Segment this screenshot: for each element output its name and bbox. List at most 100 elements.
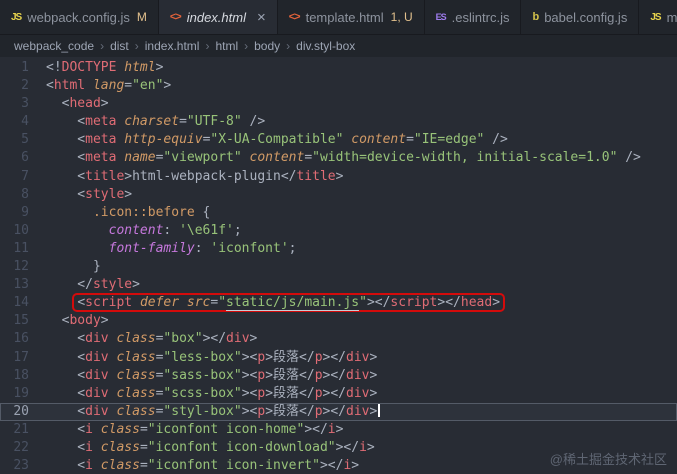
code-token: <	[46, 439, 86, 455]
line-number[interactable]: 9	[0, 204, 46, 222]
line-number[interactable]: 7	[0, 168, 46, 186]
code-token: div	[85, 367, 109, 383]
breadcrumb-item-div.styl-box[interactable]: div.styl-box	[296, 39, 355, 53]
script-src-link[interactable]: static/js/main.js	[226, 295, 360, 312]
line-number[interactable]: 19	[0, 385, 46, 403]
code-token: class	[116, 403, 156, 419]
code-token: "iconfont icon-home"	[147, 421, 305, 437]
code-line-12[interactable]: 12 }	[0, 258, 677, 276]
code-token: p	[257, 403, 266, 419]
line-number[interactable]: 2	[0, 77, 46, 95]
line-number[interactable]: 11	[0, 240, 46, 258]
line-number[interactable]: 23	[0, 457, 46, 474]
tab-index.html[interactable]: <> index.html ×	[158, 0, 278, 34]
code-line-13[interactable]: 13 </style>	[0, 276, 677, 294]
line-number[interactable]: 13	[0, 276, 46, 294]
html-file-icon: <>	[288, 11, 301, 23]
code-token: ></	[437, 295, 461, 311]
js-file-icon: JS	[11, 11, 22, 23]
code-line-17[interactable]: 17 <div class="less-box"><p>段落</p></div>	[0, 349, 677, 367]
line-number[interactable]: 5	[0, 131, 46, 149]
code-token: :	[194, 240, 211, 256]
code-line-20[interactable]: 20 <div class="styl-box"><p>段落</p></div>	[0, 402, 677, 421]
code-token: >	[124, 186, 133, 202]
code-token: meta	[85, 132, 117, 148]
code-token: class	[100, 458, 140, 474]
tab-.eslintrc.js[interactable]: ES .eslintrc.js	[424, 0, 522, 34]
vscode-window: JS webpack.config.js M <> index.html × <> templ…	[0, 0, 677, 474]
code-token: ></	[322, 349, 346, 365]
code-line-11[interactable]: 11 font-family: 'iconfont';	[0, 240, 677, 258]
line-number[interactable]: 12	[0, 258, 46, 276]
code-token: DOCTYPE	[61, 60, 117, 75]
line-number[interactable]: 21	[0, 421, 46, 439]
line-number[interactable]: 15	[0, 312, 46, 330]
code-line-21[interactable]: 21 <i class="iconfont icon-home"></i>	[0, 421, 677, 439]
line-number[interactable]: 3	[0, 95, 46, 113]
code-token: class	[100, 421, 140, 437]
code-token: content	[46, 222, 164, 238]
git-status-badge: 1, U	[390, 10, 413, 24]
code-token: <	[46, 96, 70, 112]
code-line-16[interactable]: 16 <div class="box"></div>	[0, 330, 677, 348]
annotation-red-box: <script defer src="static/js/main.js"></…	[74, 295, 503, 312]
tab-babel.config.js[interactable]: b babel.config.js	[521, 0, 640, 34]
line-number[interactable]: 20	[0, 403, 46, 421]
code-line-4[interactable]: 4 <meta charset="UTF-8" />	[0, 113, 677, 131]
code-line-18[interactable]: 18 <div class="sass-box"><p>段落</p></div>	[0, 367, 677, 385]
code-token: "box"	[163, 331, 203, 347]
code-token: =	[139, 421, 148, 437]
code-token: {	[194, 204, 211, 220]
code-token: >	[366, 439, 375, 455]
breadcrumb-item-index.html[interactable]: index.html	[145, 39, 200, 53]
code-line-19[interactable]: 19 <div class="scss-box"><p>段落</p></div>	[0, 385, 677, 403]
breadcrumb-item-body[interactable]: body	[254, 39, 280, 53]
line-number[interactable]: 8	[0, 186, 46, 204]
code-token: html	[116, 60, 156, 75]
code-token: >	[369, 403, 378, 419]
line-number[interactable]: 14	[0, 294, 46, 312]
code-token: font-family	[46, 240, 195, 256]
code-token: <	[46, 331, 86, 347]
tab-main.js[interactable]: JS main.js	[639, 0, 677, 34]
code-token: 段落	[273, 349, 300, 365]
line-number[interactable]: 18	[0, 367, 46, 385]
code-token: content	[351, 132, 407, 148]
code-line-2[interactable]: 2 <html lang="en">	[0, 77, 677, 95]
code-token: ></	[366, 295, 391, 311]
code-line-3[interactable]: 3 <head>	[0, 95, 677, 113]
line-number[interactable]: 4	[0, 113, 46, 131]
code-token: ></	[322, 385, 346, 401]
code-token: i	[85, 421, 93, 437]
code-line-10[interactable]: 10 content: '\e61f';	[0, 222, 677, 240]
close-icon[interactable]: ×	[257, 10, 266, 25]
tab-label: .eslintrc.js	[451, 9, 510, 25]
tab-template.html[interactable]: <> template.html 1, U	[277, 0, 425, 34]
code-token: "UTF-8"	[186, 114, 242, 130]
code-token: 段落	[273, 367, 300, 383]
code-line-6[interactable]: 6 <meta name="viewport" content="width=d…	[0, 149, 677, 167]
breadcrumb-item-html[interactable]: html	[215, 39, 238, 53]
code-token: />	[484, 132, 508, 148]
code-line-9[interactable]: 9 .icon::before {	[0, 204, 677, 222]
line-number[interactable]: 6	[0, 149, 46, 167]
breadcrumb-item-webpack_code[interactable]: webpack_code	[14, 39, 94, 53]
code-line-1[interactable]: 1 <!DOCTYPE html>	[0, 59, 677, 77]
code-token: div	[85, 349, 109, 365]
code-token: "iconfont icon-download"	[147, 439, 336, 455]
code-line-15[interactable]: 15 <body>	[0, 312, 677, 330]
code-line-8[interactable]: 8 <style>	[0, 186, 677, 204]
tab-webpack.config.js[interactable]: JS webpack.config.js M	[0, 0, 159, 34]
line-number[interactable]: 1	[0, 59, 46, 77]
line-number[interactable]: 16	[0, 330, 46, 348]
code-line-5[interactable]: 5 <meta http-equiv = "X-UA-Compatible" con…	[0, 131, 677, 149]
code-line-14[interactable]: 14 <script defer src="static/js/main.js"…	[0, 294, 677, 312]
line-number[interactable]: 17	[0, 349, 46, 367]
breadcrumb-item-dist[interactable]: dist	[110, 39, 129, 53]
line-number[interactable]: 22	[0, 439, 46, 457]
line-number[interactable]: 10	[0, 222, 46, 240]
code-token: style	[92, 277, 133, 293]
code-token: div	[85, 403, 109, 419]
code-line-7[interactable]: 7 <title>html-webpack-plugin</title>	[0, 168, 677, 186]
